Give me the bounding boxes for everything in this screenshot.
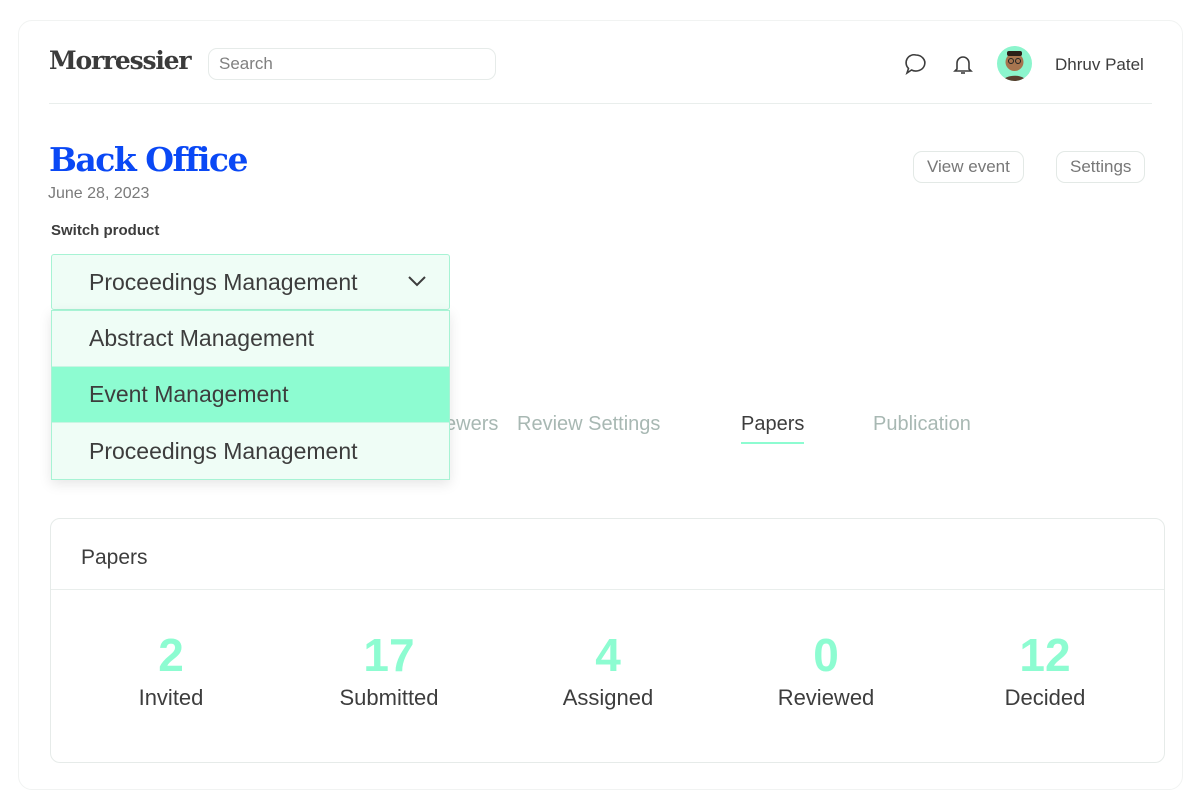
stat-assigned[interactable]: 4 Assigned [508,627,708,711]
tab-review-settings[interactable]: Review Settings [517,413,660,442]
chevron-down-icon [408,276,426,287]
stat-value: 0 [813,629,839,681]
option-proceedings-management[interactable]: Proceedings Management [52,423,449,479]
switch-product-label: Switch product [51,222,160,239]
stat-submitted[interactable]: 17 Submitted [289,627,489,711]
user-name[interactable]: Dhruv Patel [1055,55,1144,75]
tab-publication[interactable]: Publication [873,413,971,442]
page-title: Back Office [49,140,248,179]
selected-product: Proceedings Management [89,268,358,295]
stat-invited[interactable]: 2 Invited [71,627,271,711]
stat-value: 12 [1019,629,1071,681]
stat-label: Submitted [339,685,439,710]
option-event-management[interactable]: Event Management [52,367,449,423]
page-date: June 28, 2023 [48,185,150,202]
stat-value: 4 [595,629,621,681]
stat-label: Decided [1004,685,1086,710]
avatar[interactable] [997,46,1032,81]
tab-papers[interactable]: Papers [741,413,805,444]
product-dropdown-menu: Abstract Management Event Management Pro… [51,310,450,480]
stat-label: Invited [138,685,204,710]
view-event-button[interactable]: View event [913,151,1024,183]
card-divider [51,589,1164,590]
stat-label: Reviewed [777,685,875,710]
stat-value: 2 [158,629,184,681]
option-abstract-management[interactable]: Abstract Management [52,311,449,367]
settings-button[interactable]: Settings [1056,151,1146,183]
bell-icon[interactable] [951,52,975,76]
search-input[interactable] [208,48,496,80]
stat-label: Assigned [562,685,654,710]
stat-value: 17 [363,629,415,681]
stat-reviewed[interactable]: 0 Reviewed [726,627,926,711]
papers-card: Papers 2 Invited 17 Submitted 4 Assigned 0 R… [50,518,1165,763]
chat-bubble-icon[interactable] [904,52,928,76]
logo[interactable]: Morressier [49,46,192,75]
header-divider [49,103,1152,104]
papers-card-title: Papers [81,546,148,569]
product-select[interactable]: Proceedings Management [51,254,450,310]
stat-decided[interactable]: 12 Decided [945,627,1145,711]
